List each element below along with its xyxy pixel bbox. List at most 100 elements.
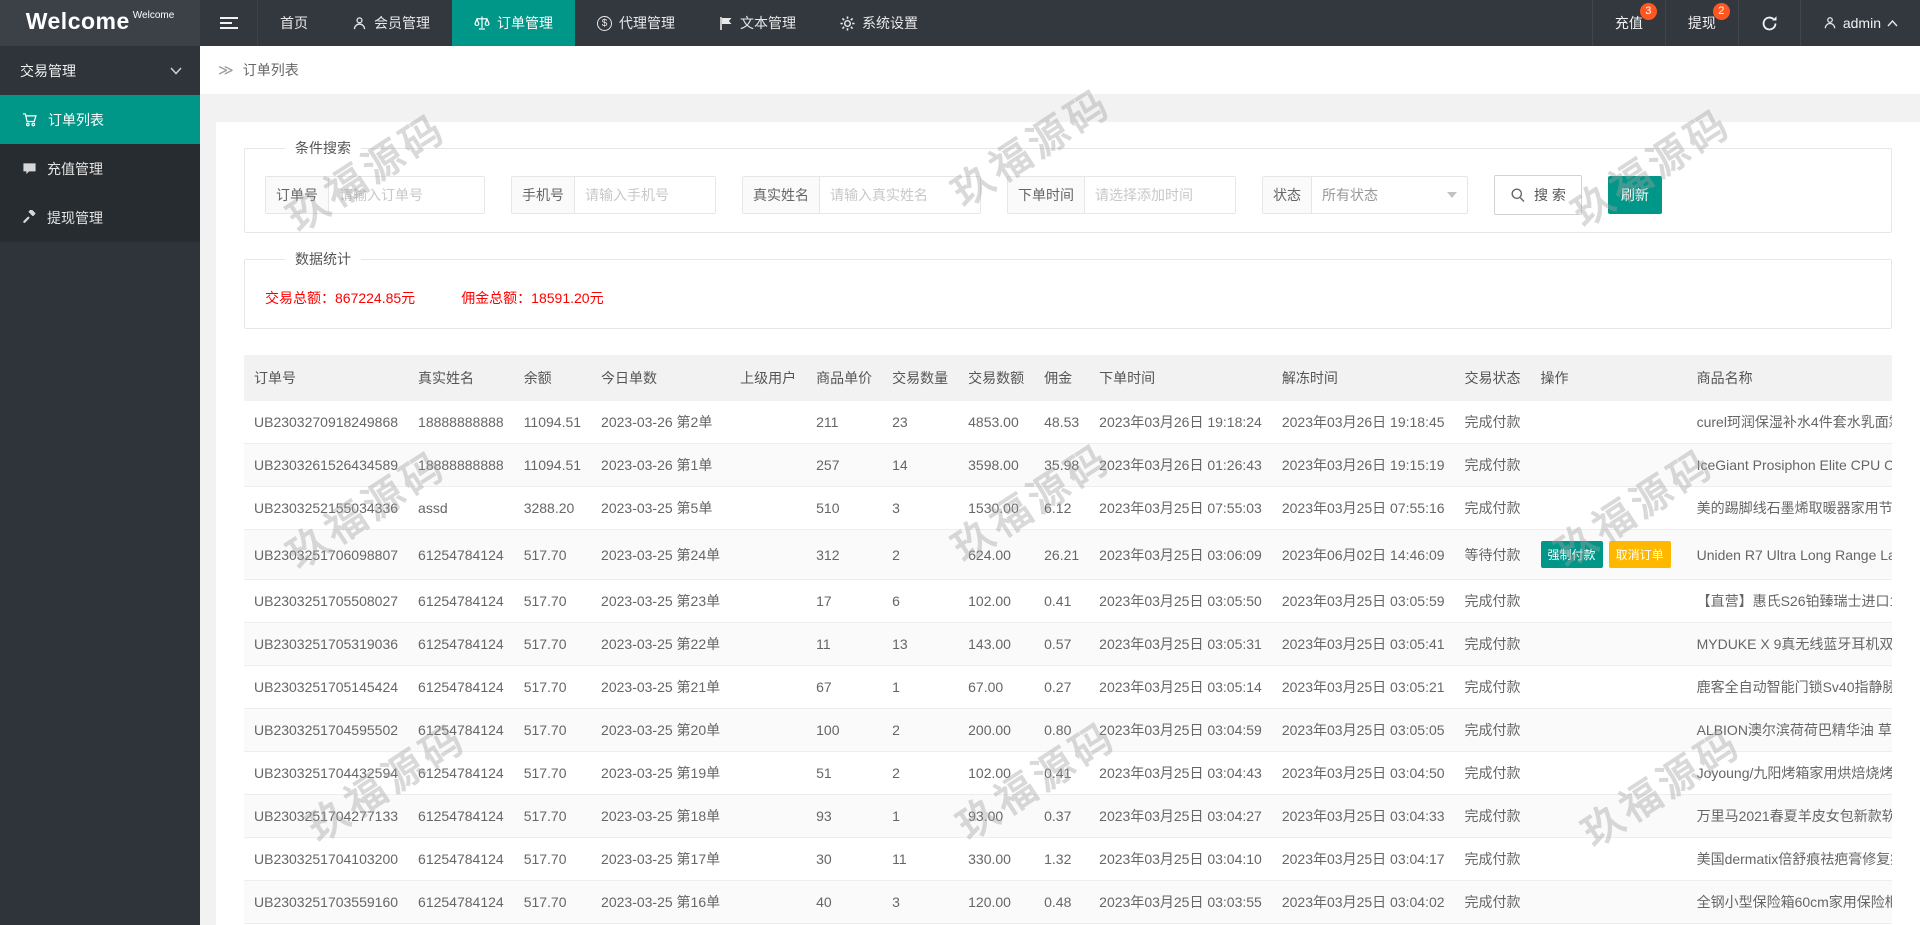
cell-trade-amount: 4853.00 — [958, 401, 1034, 444]
table-row: UB230325170355916061254784124517.702023-… — [244, 881, 1892, 924]
nav-item-home[interactable]: 首页 — [258, 0, 330, 46]
cell-order-no: UB2303252155034336 — [244, 487, 408, 530]
cell-parent-user — [730, 881, 806, 924]
cell-balance: 3288.20 — [514, 487, 591, 530]
column-header: 解冻时间 — [1272, 355, 1455, 401]
cell-unit-price: 100 — [806, 709, 882, 752]
cell-order-time: 2023年03月25日 03:03:55 — [1089, 881, 1272, 924]
cell-status: 完成付款 — [1455, 623, 1531, 666]
column-header: 真实姓名 — [408, 355, 514, 401]
cell-real-name: 61254784124 — [408, 838, 514, 881]
search-button-label: 搜 索 — [1534, 185, 1566, 205]
phone-group: 手机号 — [511, 176, 716, 214]
table-row: UB230325170427713361254784124517.702023-… — [244, 795, 1892, 838]
cell-unfreeze-time: 2023年03月25日 03:05:59 — [1272, 580, 1455, 623]
cell-balance: 517.70 — [514, 795, 591, 838]
nav-item-agents[interactable]: $ 代理管理 — [575, 0, 697, 46]
cell-balance: 517.70 — [514, 752, 591, 795]
cell-product-name: ALBION澳尔滨荷荷巴精华油 草本凝萃全身 — [1687, 709, 1892, 752]
cell-order-no: UB2303251705145424 — [244, 666, 408, 709]
hamburger-icon — [220, 16, 238, 30]
sidebar-item-recharge[interactable]: 充值管理 — [0, 144, 200, 193]
cell-order-time: 2023年03月25日 03:05:14 — [1089, 666, 1272, 709]
refresh-page-button[interactable] — [1738, 0, 1800, 46]
cell-commission: 0.57 — [1034, 623, 1089, 666]
status-select[interactable]: 所有状态 — [1312, 177, 1467, 213]
cell-order-time: 2023年03月26日 01:26:43 — [1089, 444, 1272, 487]
cell-balance: 11094.51 — [514, 444, 591, 487]
cell-today-count: 2023-03-25 第19单 — [591, 752, 730, 795]
order-no-label: 订单号 — [266, 177, 329, 213]
cell-real-name: 61254784124 — [408, 623, 514, 666]
order-no-input[interactable] — [329, 177, 484, 213]
nav-item-text[interactable]: 文本管理 — [697, 0, 818, 46]
cell-trade-qty: 3 — [882, 487, 958, 530]
cell-today-count: 2023-03-26 第2单 — [591, 401, 730, 444]
force-pay-button[interactable]: 强制付款 — [1541, 541, 1603, 568]
sidebar-toggle-button[interactable] — [200, 0, 258, 46]
nav-item-settings[interactable]: 系统设置 — [818, 0, 940, 46]
cell-unfreeze-time: 2023年03月25日 03:05:05 — [1272, 709, 1455, 752]
cell-actions — [1531, 401, 1687, 444]
header-right: 充值 3 提现 2 admin — [1592, 0, 1920, 46]
column-header: 下单时间 — [1089, 355, 1272, 401]
cell-status: 完成付款 — [1455, 401, 1531, 444]
cell-order-time: 2023年03月26日 19:18:24 — [1089, 401, 1272, 444]
order-no-group: 订单号 — [265, 176, 485, 214]
cell-order-time: 2023年03月25日 03:05:50 — [1089, 580, 1272, 623]
cell-order-no: UB2303251704277133 — [244, 795, 408, 838]
main-nav: 首页 会员管理 订单管理 $ 代理管理 文本管理 系统设置 — [258, 0, 940, 46]
withdraw-notice-button[interactable]: 提现 2 — [1665, 0, 1738, 46]
cell-trade-qty: 3 — [882, 881, 958, 924]
refresh-button[interactable]: 刷新 — [1608, 176, 1662, 214]
order-time-input[interactable] — [1085, 177, 1235, 213]
cell-unfreeze-time: 2023年03月26日 19:15:19 — [1272, 444, 1455, 487]
nav-label: 文本管理 — [740, 13, 796, 33]
hammer-icon — [22, 210, 37, 225]
cell-trade-amount: 102.00 — [958, 752, 1034, 795]
cell-real-name: 18888888888 — [408, 444, 514, 487]
cell-parent-user — [730, 580, 806, 623]
cell-unfreeze-time: 2023年03月25日 03:05:41 — [1272, 623, 1455, 666]
cell-commission: 0.80 — [1034, 709, 1089, 752]
cell-parent-user — [730, 487, 806, 530]
cell-balance: 517.70 — [514, 623, 591, 666]
cell-trade-amount: 120.00 — [958, 881, 1034, 924]
cell-commission: 0.27 — [1034, 666, 1089, 709]
user-icon — [1823, 16, 1837, 30]
cell-status: 完成付款 — [1455, 838, 1531, 881]
cell-commission: 0.37 — [1034, 795, 1089, 838]
cell-status: 完成付款 — [1455, 709, 1531, 752]
cell-trade-amount: 330.00 — [958, 838, 1034, 881]
cell-real-name: 61254784124 — [408, 709, 514, 752]
chevron-down-icon — [170, 67, 182, 75]
cell-parent-user — [730, 795, 806, 838]
real-name-input[interactable] — [820, 177, 980, 213]
nav-item-members[interactable]: 会员管理 — [330, 0, 452, 46]
sidebar-item-order-list[interactable]: 订单列表 — [0, 95, 200, 144]
sidebar-group-trade[interactable]: 交易管理 — [0, 46, 200, 95]
cell-status: 完成付款 — [1455, 752, 1531, 795]
sidebar-item-label: 提现管理 — [47, 208, 103, 228]
cell-order-time: 2023年03月25日 03:04:43 — [1089, 752, 1272, 795]
table-body: UB23032709182498681888888888811094.51202… — [244, 401, 1892, 925]
cancel-order-button[interactable]: 取消订单 — [1609, 541, 1671, 568]
select-arrow-icon — [1447, 192, 1457, 198]
cell-unit-price: 11 — [806, 623, 882, 666]
search-button[interactable]: 搜 索 — [1494, 175, 1582, 215]
nav-item-orders[interactable]: 订单管理 — [452, 0, 575, 46]
recharge-notice-button[interactable]: 充值 3 — [1592, 0, 1665, 46]
cell-trade-amount: 200.00 — [958, 709, 1034, 752]
cell-trade-amount: 102.00 — [958, 580, 1034, 623]
cell-trade-amount: 143.00 — [958, 623, 1034, 666]
cell-trade-qty: 1 — [882, 795, 958, 838]
phone-input[interactable] — [575, 177, 715, 213]
user-menu[interactable]: admin — [1800, 0, 1920, 46]
cell-parent-user — [730, 838, 806, 881]
search-legend: 条件搜索 — [285, 138, 361, 158]
sidebar-item-withdraw[interactable]: 提现管理 — [0, 193, 200, 242]
orders-table: 订单号真实姓名余额今日单数上级用户商品单价交易数量交易数额佣金下单时间解冻时间交… — [244, 355, 1892, 925]
cell-balance: 517.70 — [514, 838, 591, 881]
cell-unfreeze-time: 2023年03月25日 03:04:02 — [1272, 881, 1455, 924]
cell-status: 完成付款 — [1455, 795, 1531, 838]
